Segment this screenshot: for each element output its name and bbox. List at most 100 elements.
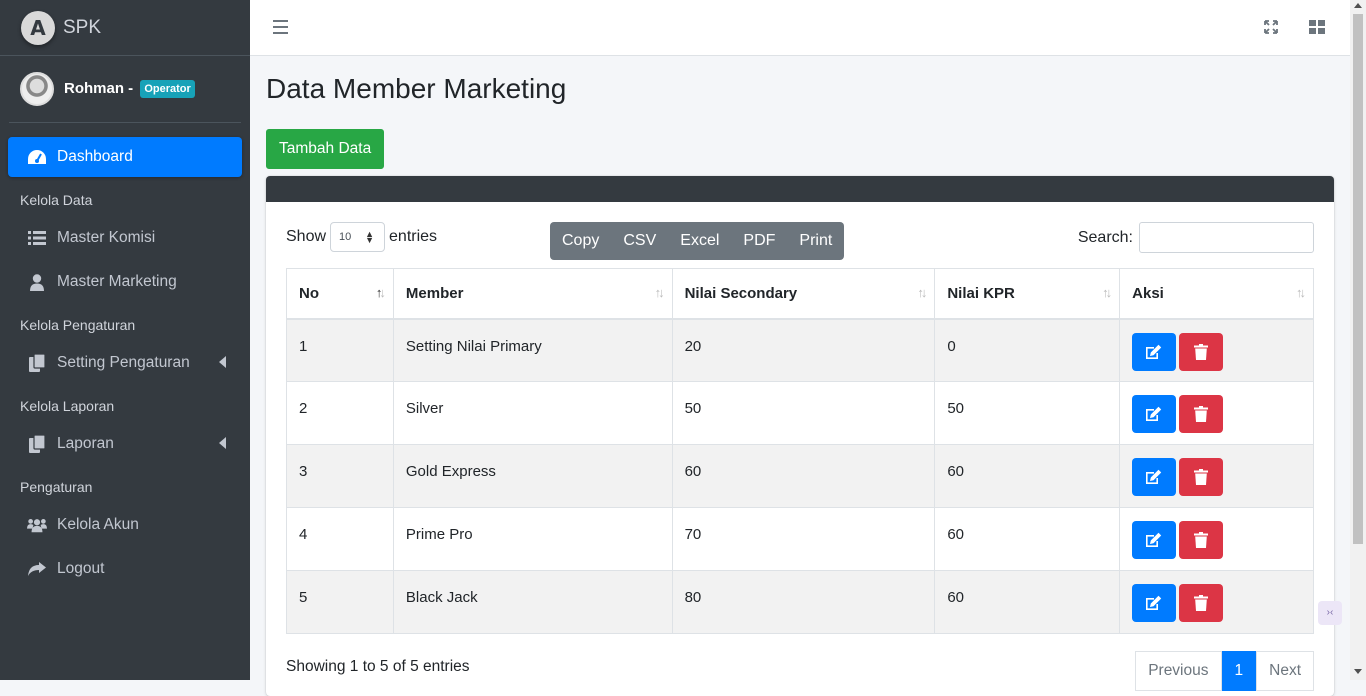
select-arrow-icon: ▲ ▼ — [365, 229, 375, 245]
brand-link[interactable]: A SPK — [0, 0, 250, 56]
edit-icon — [1145, 595, 1163, 611]
sidebar-item-logout[interactable]: Logout — [8, 549, 242, 589]
sort-icon: ↑↓ — [917, 285, 927, 300]
edit-button[interactable] — [1132, 584, 1177, 622]
column-header-label: Member — [405, 284, 464, 302]
edit-icon — [1145, 532, 1163, 548]
export-pdf-button[interactable]: PDF — [731, 222, 787, 260]
users-icon — [27, 516, 47, 534]
table-cell: Prime Pro — [392, 507, 673, 571]
sort-icon: ↑↓ — [1296, 285, 1306, 300]
table-cell: 5 — [286, 570, 394, 634]
sort-icon: ↑↓ — [375, 285, 386, 300]
edit-button[interactable] — [1132, 521, 1177, 559]
sidebar-item-label: Master Komisi — [57, 229, 156, 246]
sidebar-header: Kelola Pengaturan — [20, 316, 136, 333]
table-row: 4 Prime Pro 70 60 — [286, 507, 1314, 571]
add-data-button[interactable]: Tambah Data — [266, 129, 385, 169]
next-button[interactable]: Next — [1256, 651, 1314, 691]
sidebar-item-master-komisi[interactable]: Master Komisi — [8, 218, 242, 258]
scroll-thumb[interactable] — [1353, 14, 1363, 544]
table-controls: Show 10 ▲ ▼ entries Copy CSV Excel PDF Print … — [266, 202, 1334, 268]
sidebar-item-label: Kelola Akun — [57, 516, 139, 533]
table-cell: 20 — [671, 318, 936, 382]
table-cell: 2 — [286, 381, 394, 445]
column-header-no[interactable]: No ↑↓ — [286, 268, 394, 320]
column-header-aksi[interactable]: Aksi ↑↓ — [1119, 268, 1314, 320]
chevron-left-icon — [219, 356, 226, 368]
column-header-member[interactable]: Member ↑↓ — [392, 268, 673, 320]
sidebar-item-label: Master Marketing — [57, 273, 177, 290]
previous-button[interactable]: Previous — [1135, 651, 1222, 691]
edit-button[interactable] — [1132, 395, 1177, 433]
delete-button[interactable] — [1179, 521, 1224, 559]
brand-text: SPK — [63, 16, 102, 38]
delete-button[interactable] — [1179, 332, 1224, 371]
table-cell: Gold Express — [392, 444, 673, 508]
trash-icon — [1194, 343, 1209, 360]
chevron-left-icon — [219, 437, 226, 449]
page-1-button[interactable]: 1 — [1221, 651, 1257, 691]
table-row: 1 Setting Nilai Primary 20 0 — [286, 318, 1314, 382]
export-print-button[interactable]: Print — [787, 222, 844, 260]
page-scrollbar[interactable] — [1350, 0, 1366, 680]
user-name[interactable]: Rohman - Operator — [64, 80, 195, 98]
list-icon — [27, 229, 47, 247]
table-row: 3 Gold Express 60 60 — [286, 444, 1314, 508]
menu-toggle-icon[interactable] — [273, 20, 288, 38]
table-cell: 80 — [671, 570, 936, 634]
share-icon — [27, 560, 47, 578]
sidebar-item-kelola-akun[interactable]: Kelola Akun — [8, 505, 242, 545]
edit-button[interactable] — [1132, 332, 1177, 371]
sidebar-header: Pengaturan — [20, 478, 93, 495]
brand-logo: A — [21, 10, 55, 45]
export-copy-button[interactable]: Copy — [550, 222, 611, 260]
trash-icon — [1194, 595, 1209, 611]
user-panel: Rohman - Operator — [9, 56, 241, 123]
search-control: Search: — [1078, 222, 1314, 253]
table-cell: 50 — [671, 381, 936, 445]
floating-widget-icon[interactable]: ›‹ — [1318, 601, 1342, 625]
edit-icon — [1145, 406, 1163, 422]
fullscreen-icon[interactable] — [1264, 20, 1278, 34]
table-body: 1 Setting Nilai Primary 20 0 2 Silver 50 50 3 Gol… — [286, 318, 1314, 634]
table-cell: 3 — [286, 444, 394, 508]
table-cell: Silver — [392, 381, 673, 445]
content-wrapper: Data Member Marketing Tambah Data Show 1… — [266, 56, 1334, 696]
member-table: No ↑↓ Member ↑↓ Nilai Secondary ↑↓ Nilai KPR ↑↓… — [286, 268, 1314, 634]
length-control: Show 10 ▲ ▼ entries — [286, 222, 437, 252]
sidebar-item-dashboard[interactable]: Dashboard — [8, 137, 242, 177]
copy-icon — [27, 354, 47, 372]
scroll-down-arrow[interactable] — [1354, 669, 1362, 674]
table-cell: 60 — [671, 444, 936, 508]
top-navbar — [250, 0, 1350, 56]
export-excel-button[interactable]: Excel — [668, 222, 731, 260]
sidebar-item-setting-pengaturan[interactable]: Setting Pengaturan — [8, 343, 242, 383]
card-header — [266, 176, 1334, 202]
action-cell — [1119, 318, 1314, 382]
column-header-nilai-kpr[interactable]: Nilai KPR ↑↓ — [934, 268, 1121, 320]
sidebar: A SPK Rohman - Operator Dashboard Kelola … — [0, 0, 250, 680]
table-cell: 60 — [934, 444, 1121, 508]
sidebar-item-laporan[interactable]: Laporan — [8, 424, 242, 464]
search-input[interactable] — [1139, 222, 1314, 253]
delete-button[interactable] — [1179, 584, 1224, 622]
column-header-nilai-secondary[interactable]: Nilai Secondary ↑↓ — [671, 268, 936, 320]
scroll-up-arrow[interactable] — [1354, 3, 1362, 8]
sidebar-item-master-marketing[interactable]: Master Marketing — [8, 262, 242, 302]
table-cell: 60 — [934, 570, 1121, 634]
export-csv-button[interactable]: CSV — [611, 222, 668, 260]
role-badge: Operator — [140, 80, 195, 98]
control-sidebar-icon[interactable] — [1309, 20, 1325, 34]
entries-select[interactable]: 10 ▲ ▼ — [330, 222, 386, 252]
delete-button[interactable] — [1179, 395, 1224, 433]
sort-icon: ↑↓ — [1102, 285, 1112, 300]
delete-button[interactable] — [1179, 458, 1224, 496]
search-label: Search: — [1077, 228, 1133, 246]
data-card: Show 10 ▲ ▼ entries Copy CSV Excel PDF Print … — [266, 176, 1334, 696]
table-cell: Setting Nilai Primary — [392, 318, 673, 382]
table-cell: 70 — [671, 507, 936, 571]
table-cell: 0 — [934, 318, 1121, 382]
table-cell: 60 — [934, 507, 1121, 571]
edit-button[interactable] — [1132, 458, 1177, 496]
